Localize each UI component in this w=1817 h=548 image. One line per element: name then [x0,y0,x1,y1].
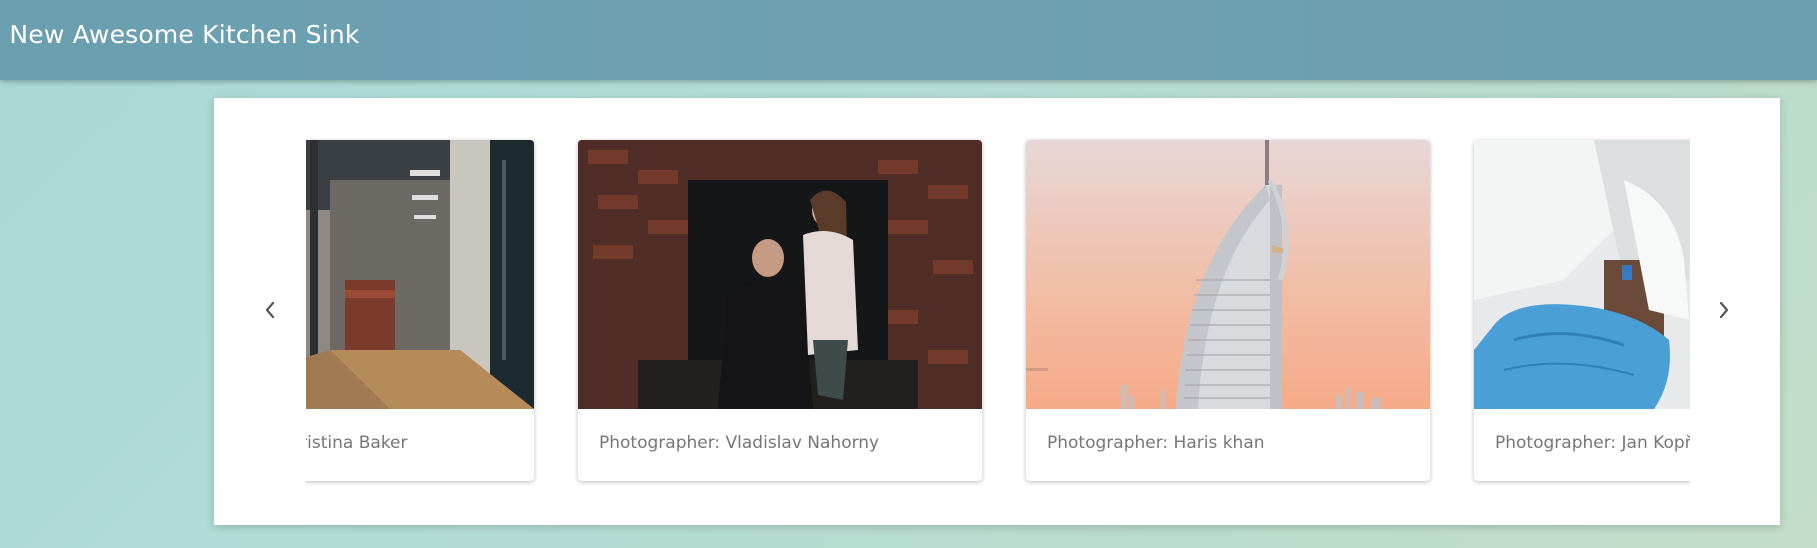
burj-al-arab-sunset-photo [1026,140,1430,409]
carousel-card[interactable]: Photographer: Haris khan [1026,140,1430,481]
card-caption: Photographer: Christina Baker [306,433,408,453]
carousel-prev-button[interactable] [258,295,282,325]
app-title: - New Awesome Kitchen Sink [0,20,360,49]
carousel-next-button[interactable] [1712,295,1736,325]
chevron-right-icon [1719,301,1729,319]
card-caption: Photographer: Vladislav Nahorny [599,433,880,453]
carousel-card[interactable]: Photographer: Jan Kopřiva [1474,140,1690,481]
chevron-left-icon [265,301,275,319]
card-caption: Photographer: Haris khan [1047,433,1265,453]
carousel-track: Photographer: Christina Baker [306,136,1690,488]
fireplace-portrait-photo [578,140,982,409]
office-hallway-photo [306,140,534,409]
card-caption: Photographer: Jan Kopřiva [1495,433,1690,453]
carousel-card[interactable]: Photographer: Vladislav Nahorny [578,140,982,481]
carousel-card[interactable]: Photographer: Christina Baker [306,140,534,481]
app-header: - New Awesome Kitchen Sink [0,0,1817,80]
blue-gloves-photo [1474,140,1690,409]
